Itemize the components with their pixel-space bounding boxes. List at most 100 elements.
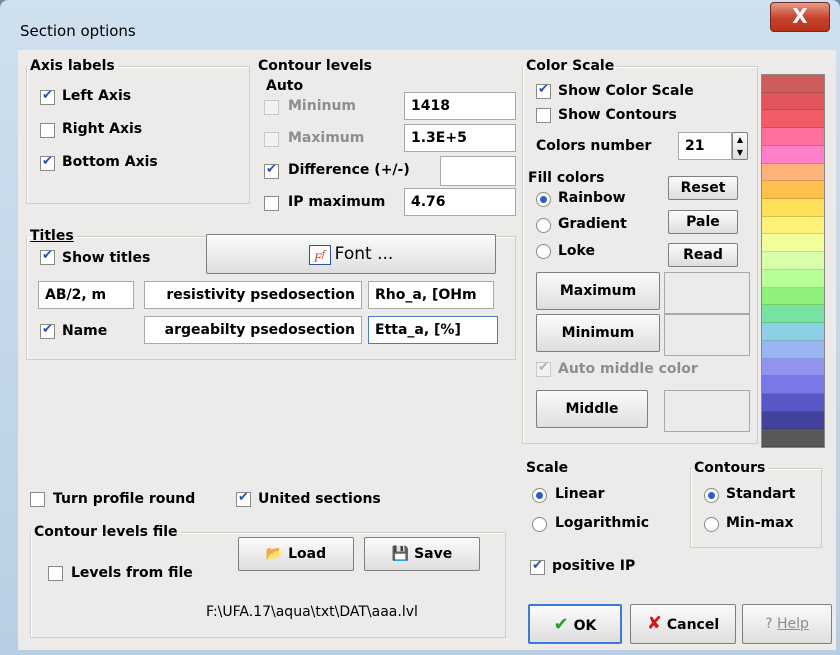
maximum-checkbox[interactable] — [264, 132, 279, 147]
minimum-color-label: Minimum — [561, 325, 635, 341]
difference-checkbox[interactable] — [264, 162, 279, 179]
rainbow-radio[interactable] — [536, 192, 551, 207]
titles-legend: Titles — [30, 228, 74, 244]
right-axis-checkbox[interactable] — [40, 123, 55, 138]
color-scale-preview — [761, 74, 825, 448]
cancel-button[interactable]: ✘ Cancel — [630, 604, 736, 644]
turn-profile-checkbox[interactable] — [30, 492, 45, 507]
ip-maximum-checkbox[interactable] — [264, 196, 279, 211]
spin-up-icon[interactable]: ▲ — [733, 133, 747, 146]
title-bar[interactable]: Section options X — [0, 0, 840, 50]
minimum-input[interactable]: 1418 — [404, 92, 516, 120]
color-swatch — [762, 305, 824, 324]
color-swatch — [762, 110, 824, 129]
font-button-label: Font ... — [334, 244, 394, 264]
minimum-checkbox[interactable] — [264, 100, 279, 115]
pale-button[interactable]: Pale — [668, 210, 738, 234]
ip-maximum-input[interactable]: 4.76 — [404, 188, 516, 216]
loke-radio[interactable] — [536, 244, 551, 259]
left-axis-checkbox[interactable] — [40, 88, 55, 105]
save-button[interactable]: 💾 Save — [364, 537, 480, 571]
rainbow-label: Rainbow — [558, 190, 626, 206]
standart-radio[interactable] — [704, 488, 719, 503]
name-label: Name — [62, 323, 108, 339]
auto-label: Auto — [266, 78, 304, 94]
read-button[interactable]: Read — [668, 243, 738, 267]
logarithmic-radio[interactable] — [532, 517, 547, 532]
maximum-color-button[interactable]: Maximum — [536, 272, 660, 310]
difference-input[interactable] — [440, 156, 516, 186]
dialog-client: Axis labels Left Axis Right Axis Bottom … — [18, 50, 836, 650]
middle-color-label: Middle — [565, 401, 619, 417]
colors-number-spinner[interactable]: ▲ ▼ — [732, 132, 748, 160]
font-button[interactable]: Ff Font ... — [206, 234, 496, 274]
contours-legend: Contours — [694, 460, 766, 476]
cancel-button-label: Cancel — [666, 617, 720, 633]
color-scale-legend: Color Scale — [526, 58, 615, 74]
ip-units-input[interactable]: Etta_a, [%] — [368, 316, 498, 344]
auto-middle-checkbox[interactable] — [536, 360, 551, 377]
levels-file-legend: Contour levels file — [34, 524, 178, 540]
positive-ip-checkbox[interactable] — [530, 558, 545, 575]
y-title-input[interactable]: Rho_a, [OHm — [368, 281, 494, 309]
maximum-color-swatch[interactable] — [664, 272, 750, 314]
show-contours-checkbox[interactable] — [536, 108, 551, 123]
scale-legend: Scale — [526, 460, 569, 476]
maximum-input[interactable]: 1.3E+5 — [404, 124, 516, 152]
contour-levels-legend: Contour levels — [258, 58, 372, 74]
spin-down-icon[interactable]: ▼ — [733, 146, 747, 159]
color-swatch — [762, 234, 824, 253]
color-swatch — [762, 358, 824, 377]
color-swatch — [762, 269, 824, 288]
color-swatch — [762, 376, 824, 394]
bottom-axis-checkbox[interactable] — [40, 154, 55, 171]
min-max-label: Min-max — [726, 515, 794, 531]
load-button[interactable]: 📂 Load — [238, 537, 354, 571]
ip-title-input[interactable]: argeabilty psedosection — [144, 316, 362, 344]
close-button[interactable]: X — [770, 2, 830, 32]
minimum-color-button[interactable]: Minimum — [536, 314, 660, 352]
color-swatch — [762, 393, 824, 412]
show-color-scale-label: Show Color Scale — [558, 83, 694, 99]
scale-group: Scale — [522, 460, 690, 548]
color-swatch — [762, 75, 824, 93]
united-sections-label: United sections — [258, 491, 381, 507]
load-button-label: Load — [288, 546, 327, 562]
name-checkbox[interactable] — [40, 322, 55, 339]
show-titles-checkbox[interactable] — [40, 248, 55, 265]
standart-label: Standart — [726, 486, 796, 502]
x-title-input[interactable]: AB/2, m — [38, 281, 134, 309]
show-color-scale-checkbox[interactable] — [536, 82, 551, 99]
united-sections-checkbox[interactable] — [236, 490, 251, 507]
ok-button-label: OK — [573, 618, 597, 634]
levels-from-file-checkbox[interactable] — [48, 566, 63, 581]
show-contours-label: Show Contours — [558, 107, 677, 123]
color-swatch — [762, 145, 824, 164]
font-icon: Ff — [308, 245, 331, 266]
colors-number-input[interactable]: 21 — [678, 132, 732, 160]
loke-label: Loke — [558, 243, 595, 259]
color-swatch — [762, 287, 824, 306]
section-title-input[interactable]: resistivity psedosection — [144, 281, 362, 309]
ok-button[interactable]: ✔ OK — [528, 604, 622, 644]
minimum-color-swatch[interactable] — [664, 314, 750, 356]
maximum-color-label: Maximum — [559, 283, 637, 299]
color-swatch — [762, 92, 824, 111]
minimum-label: Mininum — [288, 98, 357, 114]
linear-radio[interactable] — [532, 488, 547, 503]
reset-button[interactable]: Reset — [668, 176, 738, 200]
maximum-label: Maximum — [288, 130, 365, 146]
fill-colors-legend: Fill colors — [528, 170, 605, 186]
help-button[interactable]: ? Help — [742, 604, 832, 644]
bottom-axis-label: Bottom Axis — [62, 154, 158, 170]
color-swatch — [762, 411, 824, 430]
cancel-x-icon: ✘ — [646, 613, 662, 634]
middle-color-button[interactable]: Middle — [536, 390, 648, 428]
right-axis-label: Right Axis — [62, 121, 143, 137]
help-button-label: Help — [776, 616, 809, 632]
gradient-radio[interactable] — [536, 218, 551, 233]
min-max-radio[interactable] — [704, 517, 719, 532]
middle-color-swatch[interactable] — [664, 390, 750, 432]
color-swatch — [762, 429, 824, 448]
color-swatch — [762, 252, 824, 270]
